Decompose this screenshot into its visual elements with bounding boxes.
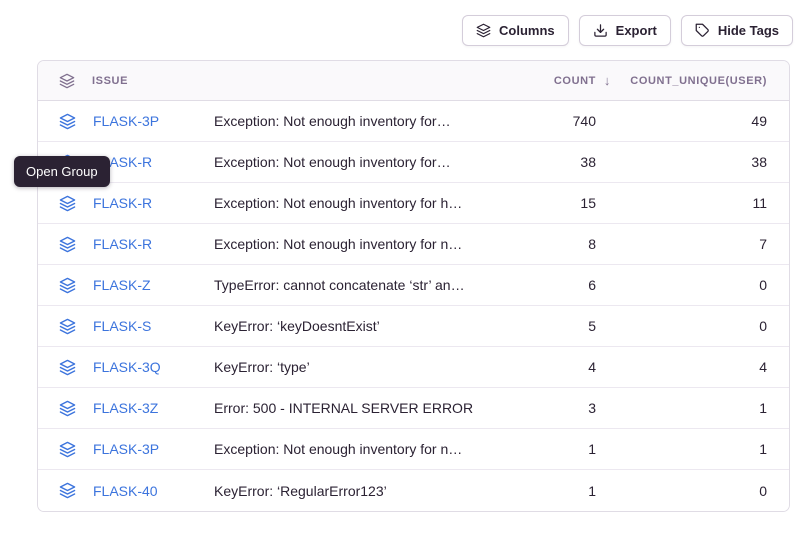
layers-icon[interactable] xyxy=(59,318,76,335)
issue-title: KeyError: ‘RegularError123’ xyxy=(214,483,506,499)
tag-icon xyxy=(695,23,710,38)
hide-tags-button[interactable]: Hide Tags xyxy=(681,15,793,46)
count-unique-value: 11 xyxy=(596,195,767,211)
table-header-row: ISSUE COUNT ↓ COUNT_UNIQUE(USER) xyxy=(38,61,789,101)
count-unique-value: 38 xyxy=(596,154,767,170)
layers-icon[interactable] xyxy=(59,441,76,458)
issue-cell: FLASK-40 xyxy=(38,482,214,499)
count-value: 8 xyxy=(506,236,596,252)
count-value: 3 xyxy=(506,400,596,416)
issue-title: Exception: Not enough inventory for… xyxy=(214,113,506,129)
count-value: 740 xyxy=(506,113,596,129)
issue-title: Exception: Not enough inventory for… xyxy=(214,154,506,170)
count-value: 1 xyxy=(506,483,596,499)
table-body: FLASK-3P Exception: Not enough inventory… xyxy=(38,101,789,511)
header-issue-label: ISSUE xyxy=(92,75,128,87)
open-group-tooltip: Open Group xyxy=(14,156,110,187)
header-issue-cell[interactable]: ISSUE xyxy=(38,73,214,89)
table-row: FLASK-Z TypeError: cannot concatenate ‘s… xyxy=(38,265,789,306)
issue-link[interactable]: FLASK-3Q xyxy=(93,359,161,375)
issue-cell: FLASK-3Q xyxy=(38,359,214,376)
count-unique-value: 0 xyxy=(596,483,767,499)
issue-link[interactable]: FLASK-3P xyxy=(93,113,159,129)
layers-icon[interactable] xyxy=(59,195,76,212)
issue-title: Exception: Not enough inventory for h… xyxy=(214,195,506,211)
toolbar: Columns Export Hide Tags xyxy=(462,15,793,46)
hide-tags-button-label: Hide Tags xyxy=(718,23,779,38)
table-row: FLASK-3Z Error: 500 - INTERNAL SERVER ER… xyxy=(38,388,789,429)
issue-title: Exception: Not enough inventory for n… xyxy=(214,441,506,457)
export-button[interactable]: Export xyxy=(579,15,671,46)
count-unique-value: 4 xyxy=(596,359,767,375)
header-count-label: COUNT xyxy=(554,75,596,87)
layers-icon[interactable] xyxy=(59,482,76,499)
layers-icon xyxy=(476,23,491,38)
issue-cell: FLASK-3Z xyxy=(38,400,214,417)
count-unique-value: 49 xyxy=(596,113,767,129)
count-value: 15 xyxy=(506,195,596,211)
issue-title: TypeError: cannot concatenate ‘str’ an… xyxy=(214,277,506,293)
header-count-unique-label: COUNT_UNIQUE(USER) xyxy=(630,75,767,87)
table-row: FLASK-40 KeyError: ‘RegularError123’ 1 0 xyxy=(38,470,789,511)
issue-title: Exception: Not enough inventory for n… xyxy=(214,236,506,252)
issues-table: ISSUE COUNT ↓ COUNT_UNIQUE(USER) FLASK-3… xyxy=(37,60,790,512)
table-row: FLASK-3P Exception: Not enough inventory… xyxy=(38,429,789,470)
issue-link[interactable]: FLASK-R xyxy=(93,195,152,211)
issue-link[interactable]: FLASK-Z xyxy=(93,277,151,293)
issue-link[interactable]: FLASK-3Z xyxy=(93,400,158,416)
layers-icon[interactable] xyxy=(59,400,76,417)
tooltip-label: Open Group xyxy=(26,164,98,179)
issue-title: KeyError: ‘keyDoesntExist’ xyxy=(214,318,506,334)
issue-cell: FLASK-3P xyxy=(38,113,214,130)
count-unique-value: 0 xyxy=(596,277,767,293)
table-row: FLASK-R Exception: Not enough inventory … xyxy=(38,183,789,224)
issue-link[interactable]: FLASK-S xyxy=(93,318,151,334)
table-row: FLASK-S KeyError: ‘keyDoesntExist’ 5 0 xyxy=(38,306,789,347)
table-row: FLASK-R Exception: Not enough inventory … xyxy=(38,224,789,265)
issue-cell: FLASK-3P xyxy=(38,441,214,458)
issue-cell: FLASK-S xyxy=(38,318,214,335)
count-value: 5 xyxy=(506,318,596,334)
count-value: 4 xyxy=(506,359,596,375)
layers-icon[interactable] xyxy=(59,236,76,253)
layers-icon[interactable] xyxy=(59,277,76,294)
count-value: 1 xyxy=(506,441,596,457)
table-row: FLASK-3Q KeyError: ‘type’ 4 4 xyxy=(38,347,789,388)
columns-button-label: Columns xyxy=(499,23,555,38)
layers-icon xyxy=(59,73,75,89)
count-unique-value: 0 xyxy=(596,318,767,334)
count-value: 38 xyxy=(506,154,596,170)
issue-cell: FLASK-R xyxy=(38,195,214,212)
count-unique-value: 1 xyxy=(596,400,767,416)
issue-title: KeyError: ‘type’ xyxy=(214,359,506,375)
download-icon xyxy=(593,23,608,38)
columns-button[interactable]: Columns xyxy=(462,15,569,46)
issue-cell: FLASK-R xyxy=(38,236,214,253)
count-value: 6 xyxy=(506,277,596,293)
header-count-unique-cell[interactable]: COUNT_UNIQUE(USER) xyxy=(596,75,767,87)
table-row: FLASK-R Exception: Not enough inventory … xyxy=(38,142,789,183)
issue-cell: FLASK-Z xyxy=(38,277,214,294)
issue-link[interactable]: FLASK-R xyxy=(93,236,152,252)
layers-icon[interactable] xyxy=(59,359,76,376)
layers-icon[interactable] xyxy=(59,113,76,130)
issue-link[interactable]: FLASK-3P xyxy=(93,441,159,457)
table-row: FLASK-3P Exception: Not enough inventory… xyxy=(38,101,789,142)
export-button-label: Export xyxy=(616,23,657,38)
issue-title: Error: 500 - INTERNAL SERVER ERROR xyxy=(214,400,506,416)
issue-link[interactable]: FLASK-40 xyxy=(93,483,158,499)
header-count-cell[interactable]: COUNT ↓ xyxy=(506,73,596,88)
count-unique-value: 7 xyxy=(596,236,767,252)
count-unique-value: 1 xyxy=(596,441,767,457)
